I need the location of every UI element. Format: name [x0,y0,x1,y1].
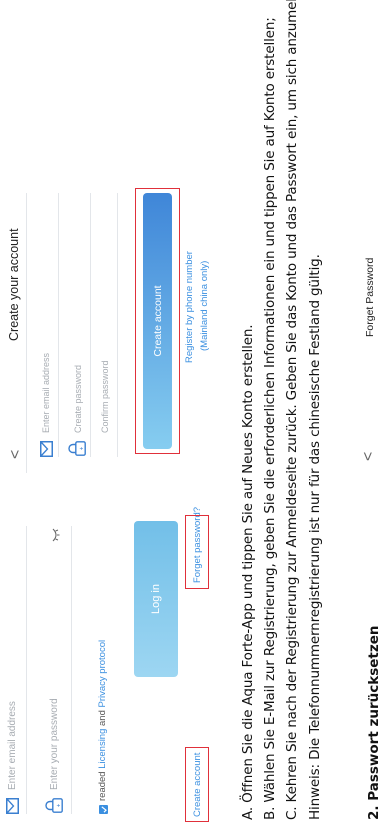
svg-text:+: + [79,446,85,450]
instruction-step-b: B. Wählen Sie E-Mail zur Registrierung, … [262,17,278,820]
register-title-underline [26,193,27,473]
create-password-input[interactable]: Create password [73,365,83,433]
lock-icon: + [45,798,63,813]
lock-icon: + [68,441,86,456]
check-icon [100,806,107,813]
email-input[interactable]: Enter email address [7,701,18,790]
instruction-step-a: A. Öffnen Sie die Aqua Forte-App und tip… [240,324,256,820]
section-heading: 2. Passwort zurücksetzen [366,625,382,820]
svg-text:+: + [56,803,62,807]
login-button[interactable]: Log in [134,521,178,677]
create-account-highlight [185,747,209,822]
licensing-link[interactable]: Licensing [97,729,108,769]
register-password-underline [90,193,91,457]
register-confirm-underline [117,193,118,457]
instruction-step-c: C. Kehren Sie nach der Registrierung zur… [284,0,300,820]
agreement-prefix: readed [97,768,108,801]
email-underline [26,526,27,814]
agreement-checkbox[interactable] [99,805,108,814]
password-input[interactable]: Enter your password [49,698,60,790]
agreement-text: readed Licensing and Privacy protocol [97,640,108,801]
mail-icon [6,798,19,814]
eye-hidden-icon[interactable] [51,528,60,542]
privacy-link[interactable]: Privacy protocol [97,640,108,708]
agreement-and: and [97,707,108,729]
back-chevron-icon[interactable]: < [7,450,25,459]
register-title: Create your account [7,228,21,341]
register-by-phone-link[interactable]: Register by phone number [184,251,195,363]
password-underline [71,526,72,814]
register-email-input[interactable]: Enter email address [41,353,51,433]
forget-password-highlight [185,515,209,589]
register-email-underline [58,193,59,457]
forget-back-chevron-icon[interactable]: < [360,452,378,461]
create-account-button-highlight [135,188,180,454]
instruction-hint: Hinweis: Die Telefonnummernregistrierung… [307,254,323,820]
rotated-page: Enter email address + Enter your passwor… [0,0,390,823]
mainland-china-note: (Mainland china only) [199,260,210,351]
forget-password-title: Forget Password [364,257,376,337]
mail-icon [40,441,53,457]
confirm-password-input[interactable]: Confirm password [100,360,110,433]
